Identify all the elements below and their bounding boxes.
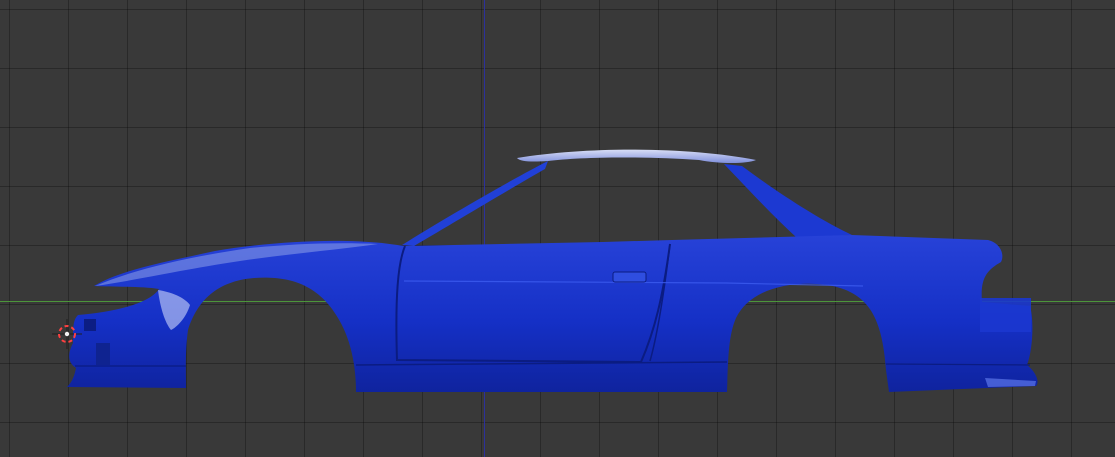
front-bumper-slot-upper — [84, 319, 96, 331]
rear-bumper-step — [980, 298, 1031, 332]
front-bumper-slot-lower — [96, 343, 110, 365]
a-pillar — [402, 161, 548, 246]
car-body-model[interactable] — [0, 0, 1115, 457]
roof-panel — [517, 149, 756, 163]
3d-viewport[interactable] — [0, 0, 1115, 457]
c-pillar — [724, 164, 852, 238]
door-handle — [612, 271, 647, 283]
3d-cursor-icon[interactable] — [52, 319, 82, 349]
